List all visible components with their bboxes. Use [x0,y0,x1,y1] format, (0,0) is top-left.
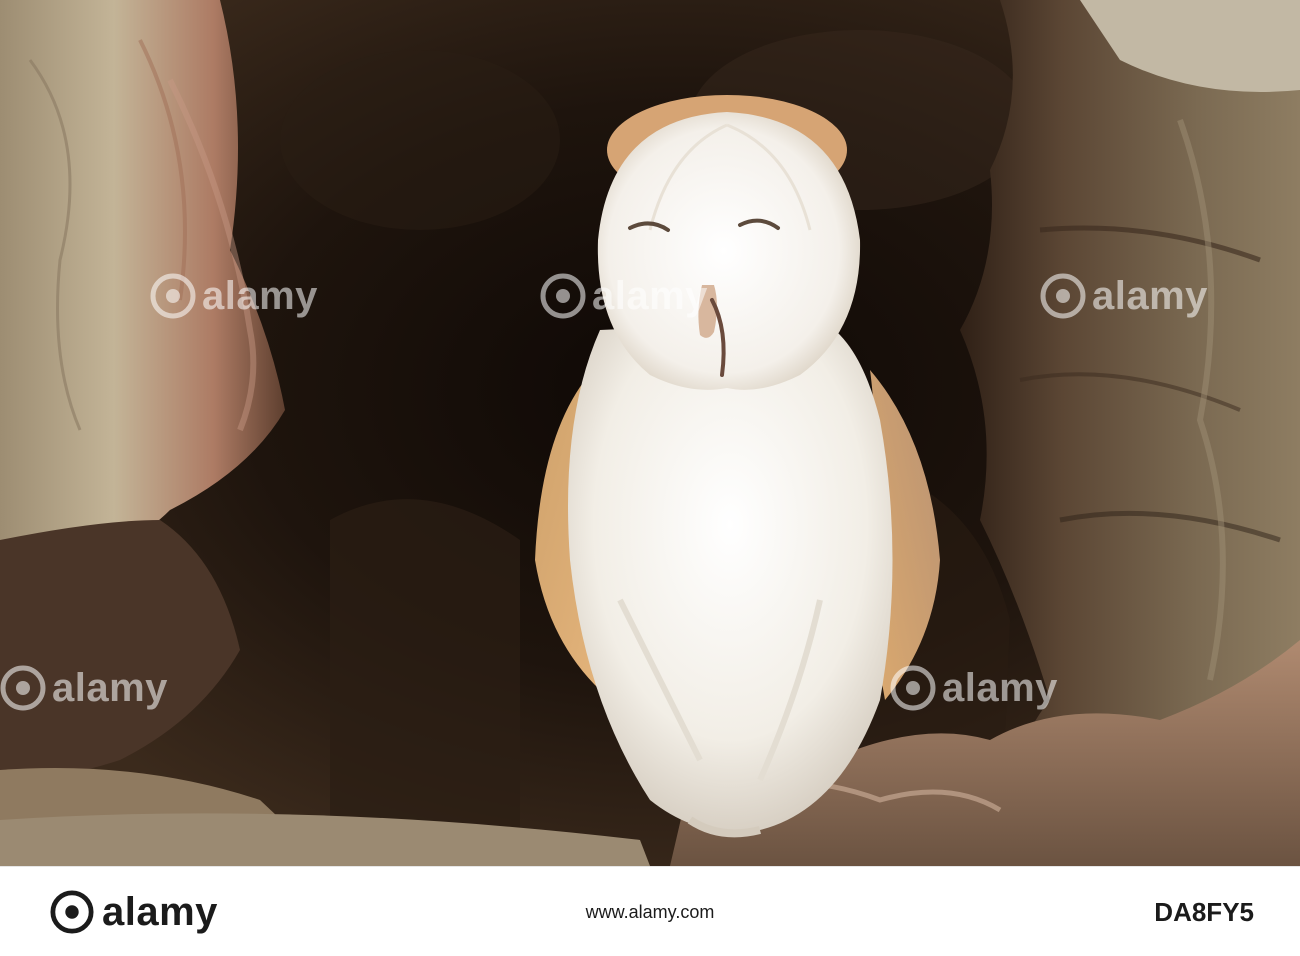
logo-text: alamy [102,890,218,934]
owl-photo [0,0,1300,866]
image-id: DA8FY5 [1154,897,1254,927]
alamy-logo[interactable]: alamy [50,889,218,935]
alamy-mark-icon [50,890,94,934]
site-link[interactable]: www.alamy.com [586,897,715,927]
footer-bar: alamy www.alamy.com DA8FY5 [0,866,1300,956]
